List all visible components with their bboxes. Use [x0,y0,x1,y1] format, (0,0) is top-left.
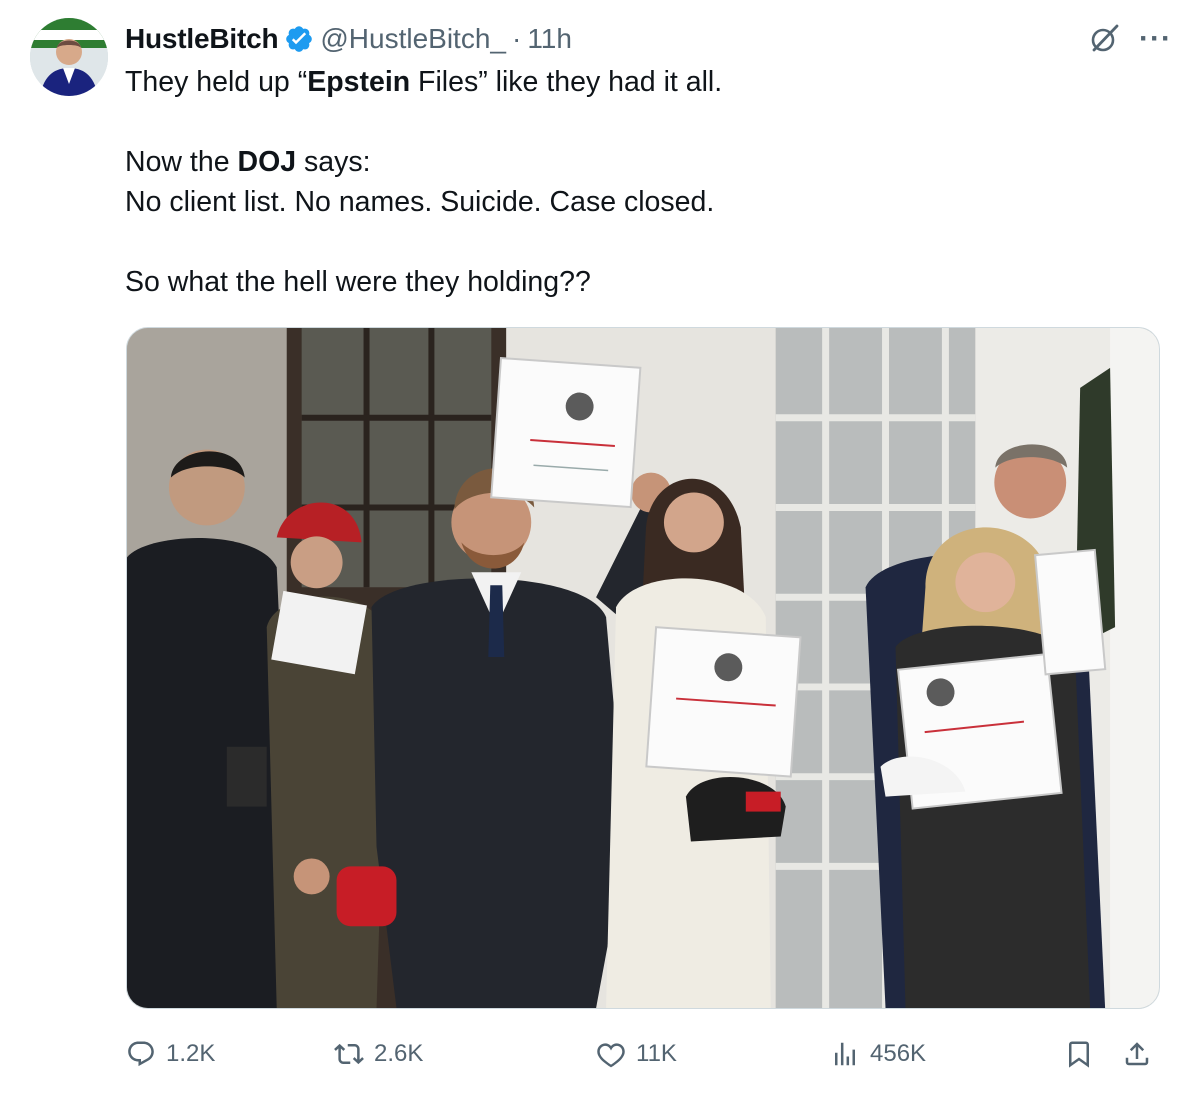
like-button[interactable]: 11K [596,1032,677,1076]
display-name[interactable]: HustleBitch [125,23,279,55]
bookmark-button[interactable] [1064,1032,1094,1076]
more-options-icon[interactable]: ··· [1139,24,1172,54]
repost-count: 2.6K [374,1040,424,1067]
views-button[interactable]: 456K [830,1032,926,1076]
share-icon [1125,1042,1149,1066]
repost-icon [334,1043,364,1065]
tweet-actions: 1.2K 2.6K 11K 456K [126,1032,1160,1076]
tweet-line-4: So what the hell were they holding?? [125,266,591,298]
timestamp[interactable]: 11h [527,23,572,55]
like-count: 11K [636,1040,677,1067]
reply-count: 1.2K [166,1040,216,1067]
repost-button[interactable]: 2.6K [334,1032,423,1076]
separator-dot: · [511,23,522,54]
reply-icon [128,1041,154,1067]
views-count: 456K [870,1040,927,1067]
tweet-header: HustleBitch @HustleBitch_ · 11h ··· [125,20,1172,58]
tweet-text: They held up “Epstein Files” like they h… [125,62,1145,302]
heart-icon [597,1043,625,1068]
avatar[interactable] [30,18,108,96]
avatar-image [30,18,108,96]
photo-illustration [127,328,1159,1008]
user-handle[interactable]: @HustleBitch_ [320,23,506,55]
share-button[interactable] [1122,1032,1152,1076]
tweet-photo[interactable] [126,327,1160,1009]
views-icon [835,1042,855,1066]
tweet-line-1: They held up “Epstein Files” like they h… [125,66,723,98]
reply-button[interactable]: 1.2K [126,1032,215,1076]
grok-icon[interactable] [1087,22,1121,56]
verified-badge-icon [284,24,314,54]
tweet-line-2: Now the DOJ says: [125,146,371,178]
bookmark-icon [1069,1041,1089,1068]
tweet-line-3: No client list. No names. Suicide. Case … [125,186,715,218]
